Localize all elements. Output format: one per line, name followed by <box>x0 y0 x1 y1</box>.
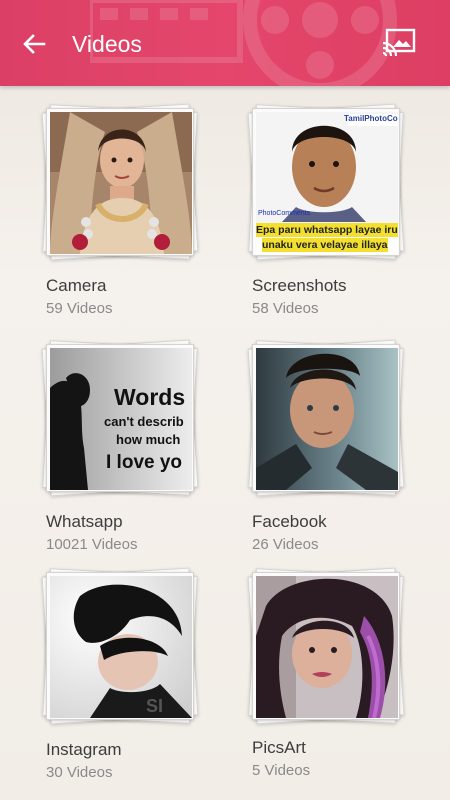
album-count: 58 Videos <box>252 300 319 317</box>
album-thumbnail-stack <box>41 103 199 261</box>
album-count: 26 Videos <box>252 536 319 553</box>
album-picsart[interactable]: PicsArt 5 Videos <box>247 567 422 782</box>
meme-watermark: PhotoComments <box>258 210 311 217</box>
album-thumbnail-stack: SI <box>41 567 199 725</box>
album-facebook[interactable]: Facebook 26 Videos <box>247 339 422 554</box>
album-name: PicsArt <box>252 738 306 757</box>
man-portrait-image <box>256 348 398 490</box>
back-arrow-icon[interactable] <box>20 30 48 58</box>
svg-text:SI: SI <box>146 696 163 716</box>
meme-badge: TamilPhotoComments <box>344 114 398 123</box>
album-instagram[interactable]: SI Instagram 30 Videos <box>41 567 216 782</box>
album-thumbnail: SI <box>46 572 194 720</box>
album-count: 30 Videos <box>46 764 113 781</box>
quote-line-1: Words <box>114 384 186 410</box>
app-bar: Videos <box>0 0 450 86</box>
quote-line-4: I love yo <box>106 452 183 473</box>
album-count: 59 Videos <box>46 300 113 317</box>
album-thumbnail-stack <box>247 339 405 497</box>
album-thumbnail <box>252 572 400 720</box>
meme-line-2: unaku vera velayae illaya <box>262 238 388 252</box>
album-thumbnail: Words can't describ how much I love yo <box>46 344 194 492</box>
album-screenshots[interactable]: TamilPhotoComments PhotoComments Epa par… <box>247 103 422 318</box>
album-name: Screenshots <box>252 276 347 295</box>
cast-icon[interactable] <box>381 27 417 57</box>
meme-line-1: Epa paru whatsapp layae irukiy <box>256 223 398 237</box>
album-count: 10021 Videos <box>46 536 138 553</box>
album-name: Whatsapp <box>46 512 123 531</box>
quote-line-3: how much <box>116 432 181 447</box>
album-thumbnail-stack <box>247 567 405 725</box>
album-grid: Camera 59 Videos TamilPhotoCo PhotoComme… <box>0 86 450 800</box>
album-thumbnail <box>46 108 194 256</box>
page-title: Videos <box>72 31 142 57</box>
bride-portrait-image <box>50 112 192 254</box>
album-whatsapp[interactable]: Words can't describ how much I love yo W… <box>41 339 216 554</box>
album-thumbnail <box>252 344 400 492</box>
album-thumbnail-stack: Words can't describ how much I love yo <box>41 339 199 497</box>
quote-line-2: can't describ <box>104 414 184 429</box>
album-name: Camera <box>46 276 107 295</box>
album-count: 5 Videos <box>252 762 311 779</box>
album-camera[interactable]: Camera 59 Videos <box>41 103 216 318</box>
emo-boy-image: SI <box>50 576 192 718</box>
album-name: Instagram <box>46 740 122 759</box>
girl-selfie-image <box>256 576 398 718</box>
album-name: Facebook <box>252 512 327 531</box>
album-thumbnail: TamilPhotoComments PhotoComments Epa par… <box>252 108 400 256</box>
album-thumbnail-stack: TamilPhotoComments PhotoComments Epa par… <box>247 103 405 261</box>
